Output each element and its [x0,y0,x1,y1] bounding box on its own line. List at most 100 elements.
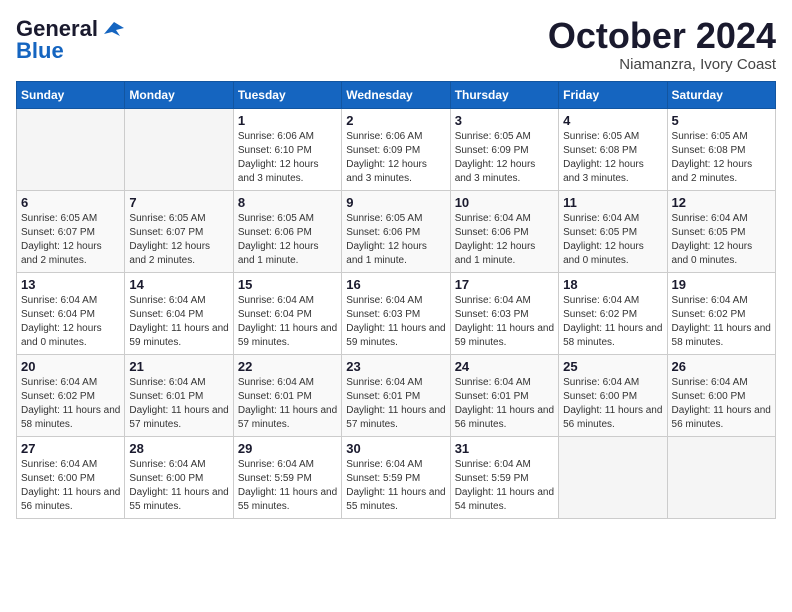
header-sunday: Sunday [17,81,125,108]
calendar-cell [559,436,667,518]
day-info: Sunrise: 6:04 AM Sunset: 5:59 PM Dayligh… [455,458,554,514]
header-friday: Friday [559,81,667,108]
day-number: 22 [238,359,337,374]
calendar-cell: 1Sunrise: 6:06 AM Sunset: 6:10 PM Daylig… [233,108,341,190]
day-info: Sunrise: 6:04 AM Sunset: 6:05 PM Dayligh… [672,212,771,268]
header-wednesday: Wednesday [342,81,450,108]
calendar-cell: 21 Sunrise: 6:04 AM Sunset: 6:01 PM Dayli… [125,354,233,436]
calendar-cell: 15 Sunrise: 6:04 AM Sunset: 6:04 PM Dayli… [233,272,341,354]
calendar-cell [125,108,233,190]
logo-blue: Blue [16,38,64,64]
calendar-body: 1Sunrise: 6:06 AM Sunset: 6:10 PM Daylig… [17,108,776,518]
calendar-cell: 14 Sunrise: 6:04 AM Sunset: 6:04 PM Dayli… [125,272,233,354]
calendar-cell: 20Sunrise: 6:04 AM Sunset: 6:02 PM Dayli… [17,354,125,436]
day-info: Sunrise: 6:04 AM Sunset: 6:03 PM Dayligh… [455,294,554,350]
calendar-cell: 5 Sunrise: 6:05 AM Sunset: 6:08 PM Daylig… [667,108,775,190]
day-info: Sunrise: 6:04 AM Sunset: 6:03 PM Dayligh… [346,294,445,350]
day-number: 29 [238,441,337,456]
calendar-cell: 11 Sunrise: 6:04 AM Sunset: 6:05 PM Dayli… [559,190,667,272]
day-number: 4 [563,113,662,128]
day-number: 28 [129,441,228,456]
calendar-cell: 2 Sunrise: 6:06 AM Sunset: 6:09 PM Daylig… [342,108,450,190]
calendar-cell [17,108,125,190]
calendar-cell: 26 Sunrise: 6:04 AM Sunset: 6:00 PM Dayli… [667,354,775,436]
day-info: Sunrise: 6:04 AM Sunset: 6:01 PM Dayligh… [455,376,554,432]
day-info: Sunrise: 6:05 AM Sunset: 6:08 PM Dayligh… [563,130,662,186]
title-block: October 2024 Niamanzra, Ivory Coast [548,16,776,73]
day-number: 27 [21,441,120,456]
calendar-cell: 3Sunrise: 6:05 AM Sunset: 6:09 PM Daylig… [450,108,558,190]
day-info: Sunrise: 6:05 AM Sunset: 6:06 PM Dayligh… [238,212,337,268]
day-info: Sunrise: 6:04 AM Sunset: 5:59 PM Dayligh… [238,458,337,514]
day-info: Sunrise: 6:04 AM Sunset: 6:02 PM Dayligh… [672,294,771,350]
day-info: Sunrise: 6:06 AM Sunset: 6:09 PM Dayligh… [346,130,445,186]
calendar-cell: 23Sunrise: 6:04 AM Sunset: 6:01 PM Dayli… [342,354,450,436]
day-number: 11 [563,195,662,210]
day-number: 12 [672,195,771,210]
header-monday: Monday [125,81,233,108]
day-info: Sunrise: 6:05 AM Sunset: 6:08 PM Dayligh… [672,130,771,186]
calendar-cell: 28Sunrise: 6:04 AM Sunset: 6:00 PM Dayli… [125,436,233,518]
day-number: 31 [455,441,554,456]
calendar-cell: 6 Sunrise: 6:05 AM Sunset: 6:07 PM Daylig… [17,190,125,272]
logo-bird-icon [100,20,128,38]
day-info: Sunrise: 6:04 AM Sunset: 6:02 PM Dayligh… [563,294,662,350]
day-number: 25 [563,359,662,374]
day-number: 2 [346,113,445,128]
day-number: 23 [346,359,445,374]
calendar-header-row: SundayMondayTuesdayWednesdayThursdayFrid… [17,81,776,108]
calendar-cell: 24 Sunrise: 6:04 AM Sunset: 6:01 PM Dayli… [450,354,558,436]
day-number: 5 [672,113,771,128]
day-number: 26 [672,359,771,374]
day-info: Sunrise: 6:04 AM Sunset: 6:02 PM Dayligh… [21,376,120,432]
day-number: 8 [238,195,337,210]
day-info: Sunrise: 6:04 AM Sunset: 6:06 PM Dayligh… [455,212,554,268]
calendar-cell: 7Sunrise: 6:05 AM Sunset: 6:07 PM Daylig… [125,190,233,272]
calendar-cell: 18 Sunrise: 6:04 AM Sunset: 6:02 PM Dayli… [559,272,667,354]
day-info: Sunrise: 6:04 AM Sunset: 6:01 PM Dayligh… [238,376,337,432]
day-info: Sunrise: 6:04 AM Sunset: 6:04 PM Dayligh… [21,294,120,350]
day-number: 13 [21,277,120,292]
day-number: 18 [563,277,662,292]
day-number: 19 [672,277,771,292]
day-info: Sunrise: 6:06 AM Sunset: 6:10 PM Dayligh… [238,130,337,186]
calendar-cell [667,436,775,518]
day-info: Sunrise: 6:04 AM Sunset: 6:05 PM Dayligh… [563,212,662,268]
day-info: Sunrise: 6:04 AM Sunset: 6:01 PM Dayligh… [129,376,228,432]
header-thursday: Thursday [450,81,558,108]
calendar-cell: 9 Sunrise: 6:05 AM Sunset: 6:06 PM Daylig… [342,190,450,272]
day-info: Sunrise: 6:04 AM Sunset: 6:04 PM Dayligh… [238,294,337,350]
month-title: October 2024 [548,16,776,56]
calendar-cell: 10Sunrise: 6:04 AM Sunset: 6:06 PM Dayli… [450,190,558,272]
day-number: 9 [346,195,445,210]
day-info: Sunrise: 6:04 AM Sunset: 6:00 PM Dayligh… [672,376,771,432]
day-number: 16 [346,277,445,292]
calendar-cell: 29 Sunrise: 6:04 AM Sunset: 5:59 PM Dayli… [233,436,341,518]
day-info: Sunrise: 6:05 AM Sunset: 6:07 PM Dayligh… [21,212,120,268]
calendar-cell: 19 Sunrise: 6:04 AM Sunset: 6:02 PM Dayli… [667,272,775,354]
day-number: 30 [346,441,445,456]
day-number: 17 [455,277,554,292]
day-info: Sunrise: 6:04 AM Sunset: 6:04 PM Dayligh… [129,294,228,350]
day-info: Sunrise: 6:05 AM Sunset: 6:06 PM Dayligh… [346,212,445,268]
calendar-cell: 4 Sunrise: 6:05 AM Sunset: 6:08 PM Daylig… [559,108,667,190]
day-info: Sunrise: 6:04 AM Sunset: 6:00 PM Dayligh… [21,458,120,514]
calendar-cell: 31 Sunrise: 6:04 AM Sunset: 5:59 PM Dayli… [450,436,558,518]
calendar-week-row: 1Sunrise: 6:06 AM Sunset: 6:10 PM Daylig… [17,108,776,190]
day-number: 14 [129,277,228,292]
calendar-cell: 12 Sunrise: 6:04 AM Sunset: 6:05 PM Dayli… [667,190,775,272]
day-number: 15 [238,277,337,292]
calendar-cell: 30Sunrise: 6:04 AM Sunset: 5:59 PM Dayli… [342,436,450,518]
calendar-cell: 8 Sunrise: 6:05 AM Sunset: 6:06 PM Daylig… [233,190,341,272]
day-number: 6 [21,195,120,210]
calendar-week-row: 6 Sunrise: 6:05 AM Sunset: 6:07 PM Daylig… [17,190,776,272]
day-number: 7 [129,195,228,210]
calendar-week-row: 13 Sunrise: 6:04 AM Sunset: 6:04 PM Dayli… [17,272,776,354]
calendar-cell: 25Sunrise: 6:04 AM Sunset: 6:00 PM Dayli… [559,354,667,436]
day-number: 24 [455,359,554,374]
logo: General Blue [16,16,128,64]
page-header: General Blue October 2024 Niamanzra, Ivo… [16,16,776,73]
day-number: 21 [129,359,228,374]
calendar-week-row: 27 Sunrise: 6:04 AM Sunset: 6:00 PM Dayli… [17,436,776,518]
calendar-table: SundayMondayTuesdayWednesdayThursdayFrid… [16,81,776,519]
